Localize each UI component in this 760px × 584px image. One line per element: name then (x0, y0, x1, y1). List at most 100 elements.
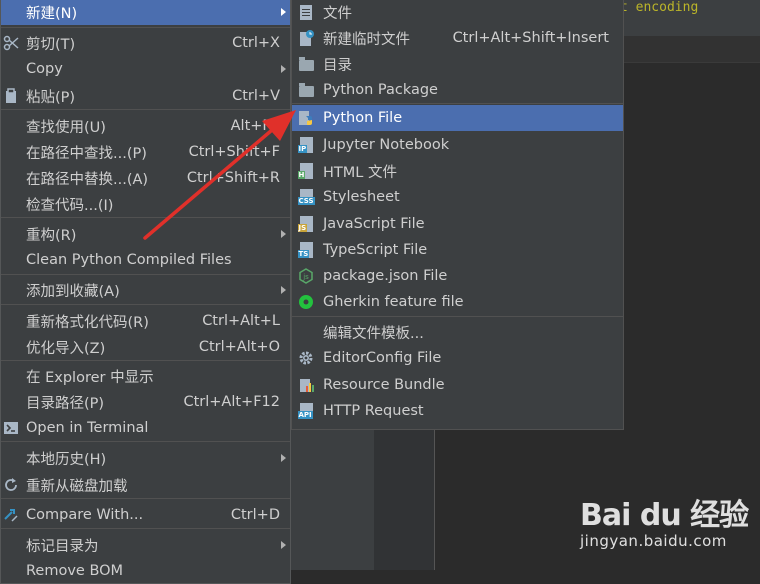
shortcut-label: Ctrl+V (232, 88, 280, 104)
menu-item-refactor[interactable]: 重构(R) (1, 221, 290, 247)
scissors-icon (3, 35, 19, 51)
javascript-icon: JS (297, 216, 314, 232)
html-icon: H (297, 163, 314, 179)
menu-item-inspect-code[interactable]: 检查代码...(I) (1, 191, 290, 217)
submenu-arrow-icon (281, 8, 286, 16)
menu-item-label: 目录 (323, 57, 352, 74)
submenu-arrow-icon (281, 454, 286, 462)
separator (1, 217, 290, 218)
submenu-item-gherkin[interactable]: Gherkin feature file (292, 289, 623, 315)
menu-item-label: Remove BOM (26, 563, 124, 579)
compare-icon (3, 507, 19, 523)
menu-item-label: Python Package (323, 82, 438, 98)
submenu-item-edit-file-templates[interactable]: 编辑文件模板... (292, 319, 623, 345)
menu-item-show-in-explorer[interactable]: 在 Explorer 中显示 (1, 363, 290, 389)
submenu-item-http-request[interactable]: API HTTP Request (292, 398, 623, 424)
menu-item-label: HTML 文件 (323, 164, 397, 181)
submenu-item-html[interactable]: H HTML 文件 (292, 158, 623, 184)
menu-item-label: Stylesheet (323, 189, 400, 205)
menu-item-label: package.json File (323, 268, 448, 284)
menu-item-label: 重构(R) (26, 227, 77, 244)
submenu-item-package-json[interactable]: js package.json File (292, 263, 623, 289)
separator (1, 109, 290, 110)
menu-item-label: TypeScript File (323, 242, 428, 258)
shortcut-label: Ctrl+Alt+F12 (183, 394, 280, 410)
menu-item-label: Open in Terminal (26, 420, 149, 436)
folder-icon (298, 56, 314, 72)
menu-item-label: 标记目录为 (26, 538, 99, 555)
menu-item-label: 重新格式化代码(R) (26, 314, 149, 331)
menu-item-add-to-favorites[interactable]: 添加到收藏(A) (1, 277, 290, 303)
menu-item-label: Clean Python Compiled Files (26, 252, 232, 268)
menu-item-compare-with[interactable]: Compare With... Ctrl+D (1, 502, 290, 528)
http-request-icon: API (297, 403, 314, 419)
submenu-item-editorconfig[interactable]: EditorConfig File (292, 345, 623, 371)
menu-item-label: 添加到收藏(A) (26, 283, 120, 300)
submenu-arrow-icon (281, 541, 286, 549)
nodejs-icon: js (298, 268, 314, 284)
menu-item-label: HTTP Request (323, 403, 424, 419)
reload-icon (3, 477, 19, 493)
gear-icon (298, 350, 314, 366)
menu-item-mark-directory-as[interactable]: 标记目录为 (1, 532, 290, 558)
menu-item-cut[interactable]: 剪切(T) Ctrl+X (1, 30, 290, 56)
menu-item-label: 本地历史(H) (26, 451, 107, 468)
menu-item-paste[interactable]: 粘贴(P) Ctrl+V (1, 83, 290, 109)
menu-item-find-in-path[interactable]: 在路径中查找...(P) Ctrl+Shift+F (1, 139, 290, 165)
menu-item-clean-python[interactable]: Clean Python Compiled Files (1, 247, 290, 273)
separator (1, 274, 290, 275)
menu-item-local-history[interactable]: 本地历史(H) (1, 445, 290, 471)
separator (1, 498, 290, 499)
typescript-icon: TS (297, 242, 314, 258)
menu-item-label: 目录路径(P) (26, 395, 105, 412)
menu-item-label: Python File (323, 110, 403, 126)
menu-item-label: 查找使用(U) (26, 119, 106, 136)
menu-item-remove-bom[interactable]: Remove BOM (1, 558, 290, 584)
submenu-item-stylesheet[interactable]: CSS Stylesheet (292, 184, 623, 210)
menu-item-optimize-imports[interactable]: 优化导入(Z) Ctrl+Alt+O (1, 334, 290, 360)
shortcut-label: Ctrl+X (232, 35, 280, 51)
submenu-item-jupyter[interactable]: IP Jupyter Notebook (292, 132, 623, 158)
resource-bundle-icon (298, 377, 314, 393)
menu-item-directory-path[interactable]: 目录路径(P) Ctrl+Alt+F12 (1, 389, 290, 415)
menu-item-label: Compare With... (26, 507, 144, 523)
menu-item-label: 优化导入(Z) (26, 340, 106, 357)
css-icon: CSS (297, 189, 315, 205)
shortcut-label: Ctrl+Shift+F (188, 144, 280, 160)
menu-item-label: Gherkin feature file (323, 294, 464, 310)
menu-item-open-in-terminal[interactable]: Open in Terminal (1, 415, 290, 441)
submenu-item-python-file[interactable]: Python File (292, 105, 623, 131)
terminal-icon (3, 420, 19, 436)
watermark-url: jingyan.baidu.com (580, 532, 727, 550)
menu-item-label: 在路径中查找...(P) (26, 145, 147, 162)
menu-item-new[interactable]: 新建(N) (1, 0, 290, 25)
menu-item-label: Copy (26, 61, 63, 77)
separator (1, 304, 290, 305)
file-icon (298, 4, 314, 20)
menu-item-reload-from-disk[interactable]: 重新从磁盘加载 (1, 472, 290, 498)
submenu-item-directory[interactable]: 目录 (292, 51, 623, 77)
menu-item-label: 粘贴(P) (26, 89, 76, 106)
new-submenu: 文件 新建临时文件 Ctrl+Alt+Shift+Insert 目录 Pytho… (291, 0, 624, 430)
menu-item-label: Jupyter Notebook (323, 137, 450, 153)
menu-item-label: 检查代码...(I) (26, 197, 114, 214)
menu-item-find-usages[interactable]: 查找使用(U) Alt+F7 (1, 113, 290, 139)
menu-item-reformat-code[interactable]: 重新格式化代码(R) Ctrl+Alt+L (1, 308, 290, 334)
submenu-arrow-icon (281, 230, 286, 238)
menu-item-replace-in-path[interactable]: 在路径中替换...(A) Ctrl+Shift+R (1, 165, 290, 191)
menu-item-label: 重新从磁盘加载 (26, 478, 128, 495)
context-menu: 新建(N) 剪切(T) Ctrl+X Copy 粘贴(P) Ctrl+V 查找使… (0, 0, 291, 584)
shortcut-label: Ctrl+Alt+Shift+Insert (452, 30, 609, 46)
baidu-watermark: Bai du 经验 jingyan.baidu.com (580, 490, 749, 550)
menu-item-label: JavaScript File (323, 216, 425, 232)
submenu-item-typescript[interactable]: TS TypeScript File (292, 237, 623, 263)
menu-item-copy[interactable]: Copy (1, 56, 290, 82)
shortcut-label: Ctrl+D (230, 507, 280, 523)
menu-item-label: 新建(N) (26, 5, 78, 22)
submenu-item-javascript[interactable]: JS JavaScript File (292, 211, 623, 237)
submenu-item-file[interactable]: 文件 (292, 0, 623, 25)
menu-item-label: 编辑文件模板... (323, 325, 424, 342)
submenu-item-resource-bundle[interactable]: Resource Bundle (292, 372, 623, 398)
submenu-item-python-package[interactable]: Python Package (292, 77, 623, 103)
submenu-item-scratch-file[interactable]: 新建临时文件 Ctrl+Alt+Shift+Insert (292, 25, 623, 51)
